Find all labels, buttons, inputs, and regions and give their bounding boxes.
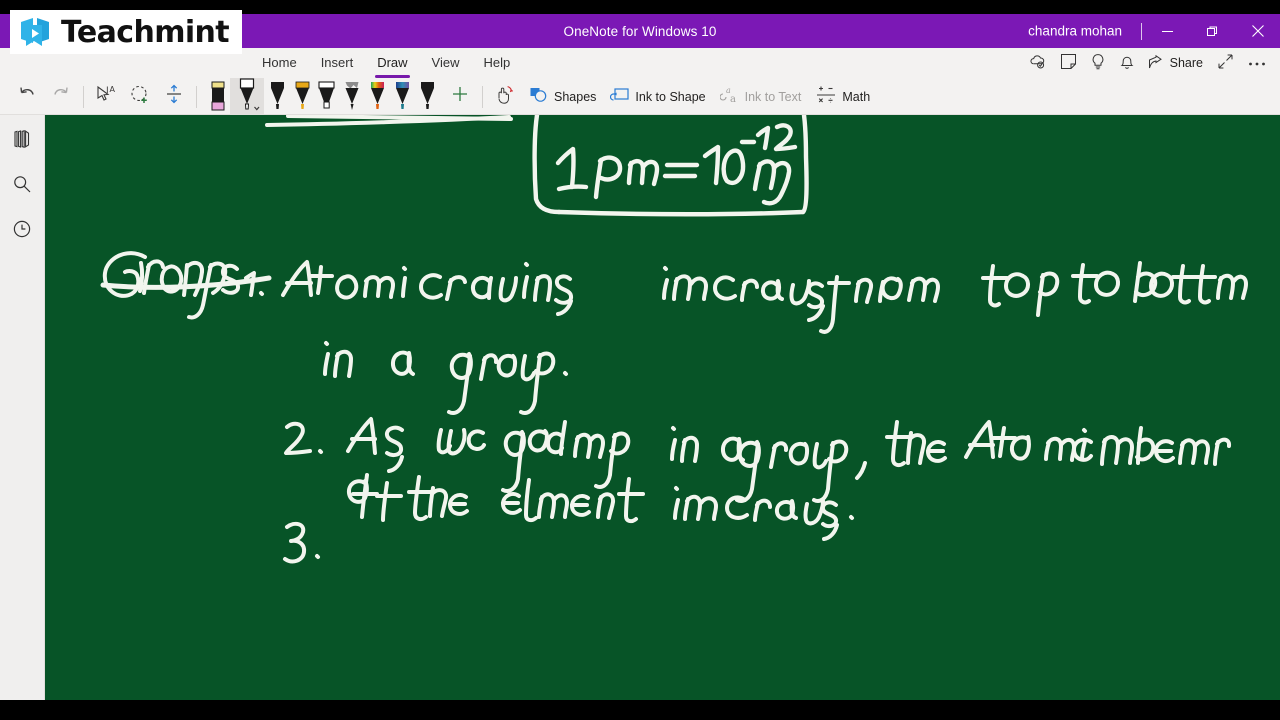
tab-view[interactable]: View: [420, 48, 472, 78]
rail-item-recent[interactable]: [7, 217, 37, 245]
onenote-window: OneNote for Windows 10 chandra mohan Tea…: [0, 0, 1280, 720]
ink-heading-groups: [100, 251, 272, 320]
ink-to-shape-button[interactable]: Ink to Shape: [603, 81, 712, 113]
svg-text:a: a: [730, 94, 736, 104]
ink-to-text-button[interactable]: a a Ink to Text: [713, 81, 809, 113]
shapes-label: Shapes: [554, 89, 597, 104]
ink-layer: [100, 115, 1248, 564]
notifications-button[interactable]: [1114, 50, 1140, 76]
ink-to-shape-icon: [610, 86, 630, 107]
search-icon: [12, 174, 32, 199]
account-name[interactable]: chandra mohan: [1028, 24, 1122, 39]
add-pen-button[interactable]: [443, 81, 477, 113]
math-icon: [815, 86, 837, 107]
insert-space-icon: [163, 84, 185, 109]
ink-to-text-label: Ink to Text: [744, 89, 802, 104]
svg-text:A: A: [110, 85, 116, 94]
shapes-button[interactable]: Shapes: [522, 81, 603, 113]
sticky-note-button[interactable]: [1055, 50, 1082, 76]
clock-recent-icon: [12, 219, 32, 244]
rail-item-search[interactable]: [7, 172, 37, 200]
note-canvas[interactable]: [45, 115, 1280, 700]
bell-icon: [1120, 54, 1134, 73]
share-label: Share: [1169, 56, 1203, 70]
pen-yellow[interactable]: [289, 80, 314, 114]
undo-arrow-icon: [17, 85, 37, 108]
rail-item-notebooks[interactable]: [7, 127, 37, 155]
ideas-button[interactable]: [1085, 50, 1111, 76]
draw-toolbar: I A Shapes Ink to Shape a a Ink to Text …: [0, 78, 1280, 115]
teachmint-wordmark: Teachmint: [61, 14, 230, 50]
ink-clipped-underline-strokes: [265, 115, 513, 127]
ribbon-right-commands: Share: [1023, 48, 1272, 78]
more-ellipsis-icon: [1248, 56, 1266, 70]
shapes-icon: [529, 86, 549, 107]
tab-help[interactable]: Help: [472, 48, 523, 78]
share-button[interactable]: Share: [1143, 50, 1209, 76]
restore-button[interactable]: [1190, 14, 1235, 48]
touch-draw-icon: [495, 85, 515, 108]
draw-with-touch-button[interactable]: [488, 81, 522, 113]
close-button[interactable]: [1235, 14, 1280, 48]
pen-black[interactable]: [264, 80, 289, 114]
pencil-grey[interactable]: [339, 80, 364, 114]
ink-boxed-formula: [532, 115, 809, 217]
pen-eraser[interactable]: [205, 80, 230, 114]
lasso-text-select-button[interactable]: I A: [89, 81, 123, 113]
title-divider: [1141, 23, 1142, 40]
lasso-select-button[interactable]: [123, 81, 157, 113]
toolbar-divider-1: [83, 85, 84, 108]
minimize-button[interactable]: [1145, 14, 1190, 48]
plus-icon: [450, 84, 470, 109]
ink-to-text-icon: a a: [719, 86, 740, 107]
tab-draw[interactable]: Draw: [365, 48, 419, 78]
lasso-select-icon: [129, 84, 151, 109]
tab-insert[interactable]: Insert: [309, 48, 366, 78]
math-label: Math: [842, 89, 871, 104]
svg-text:I: I: [106, 86, 109, 96]
expand-button[interactable]: [1212, 50, 1239, 76]
ink-point-3: [283, 521, 320, 564]
sticky-note-icon: [1060, 54, 1076, 72]
pen-dark[interactable]: [414, 80, 439, 114]
share-icon: [1148, 54, 1166, 72]
more-options-button[interactable]: [1242, 50, 1272, 76]
ink-point-1: [244, 260, 1248, 415]
window-controls: [1145, 14, 1280, 48]
ink-point-2: [284, 417, 1232, 541]
pen-white[interactable]: [230, 78, 264, 115]
expand-arrows-icon: [1218, 54, 1233, 72]
bottom-black-letterbox: [0, 700, 1280, 720]
toolbar-divider-2: [196, 85, 197, 108]
math-button[interactable]: Math: [808, 81, 877, 113]
tab-home[interactable]: Home: [250, 48, 309, 78]
pen-rainbow[interactable]: [364, 80, 389, 114]
ink-to-shape-label: Ink to Shape: [635, 89, 706, 104]
teachmint-play-book-icon: [18, 15, 52, 49]
highlighter-white[interactable]: [314, 80, 339, 114]
left-rail: [0, 115, 45, 700]
lasso-text-icon: I A: [95, 84, 117, 109]
ribbon: Home Insert Draw View Help Share I A Sha…: [0, 48, 1280, 115]
toolbar-divider-3: [482, 85, 483, 108]
lightbulb-icon: [1091, 53, 1105, 73]
insert-space-button[interactable]: [157, 81, 191, 113]
pen-galaxy[interactable]: [389, 80, 414, 114]
notebooks-icon: [12, 129, 32, 154]
cloud-sync-icon: [1029, 54, 1046, 72]
redo-arrow-icon: [51, 85, 71, 108]
teachmint-logo: Teachmint: [10, 10, 242, 54]
undo-button[interactable]: [10, 81, 44, 113]
cloud-sync-button[interactable]: [1023, 50, 1052, 76]
redo-button[interactable]: [44, 81, 78, 113]
